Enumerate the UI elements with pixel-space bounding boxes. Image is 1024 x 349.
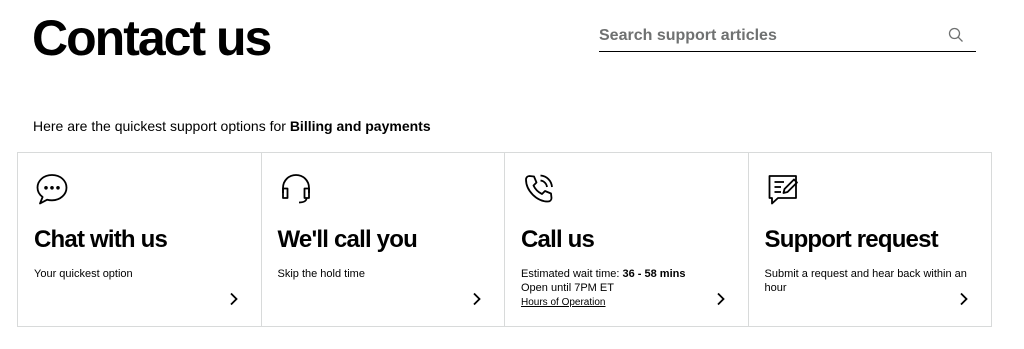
wait-time-label: Estimated wait time: (521, 268, 620, 280)
well-call-you-card[interactable]: We'll call you Skip the hold time (262, 153, 505, 326)
chat-bubble-icon (36, 174, 68, 205)
card-title: We'll call you (277, 226, 418, 253)
headset-icon (281, 174, 310, 204)
intro-topic: Billing and payments (289, 118, 431, 134)
phone-ringing-icon (525, 174, 553, 203)
support-options-intro: Here are the quickest support options fo… (33, 117, 431, 135)
card-title: Support request (764, 226, 939, 253)
chevron-right-icon[interactable] (959, 292, 969, 306)
hours-of-operation-link[interactable]: Hours of Operation (521, 297, 606, 308)
card-description: Your quickest option (34, 268, 133, 280)
search-icon[interactable] (948, 27, 964, 43)
chevron-right-icon[interactable] (472, 292, 482, 306)
document-edit-icon (768, 175, 798, 205)
support-options: Chat with us Your quickest option We'll … (17, 152, 992, 327)
page-title: Contact us (32, 10, 272, 66)
card-description: Skip the hold time (277, 268, 365, 280)
intro-text: Here are the quickest support options fo… (33, 118, 286, 134)
card-title: Chat with us (34, 226, 168, 253)
search-bar[interactable] (599, 22, 976, 52)
chat-with-us-card[interactable]: Chat with us Your quickest option (18, 153, 262, 326)
hours-text: Open until 7PM ET (521, 282, 614, 294)
card-description: Estimated wait time: 36 - 58 mins Open u… (521, 267, 734, 310)
chevron-right-icon[interactable] (716, 292, 726, 306)
search-input[interactable] (599, 22, 939, 50)
support-request-card[interactable]: Support request Submit a request and hea… (749, 153, 992, 326)
card-description: Submit a request and hear back within an… (764, 268, 967, 294)
card-title: Call us (521, 226, 595, 253)
wait-time-value: 36 - 58 mins (622, 268, 686, 280)
call-us-card[interactable]: Call us Estimated wait time: 36 - 58 min… (505, 153, 749, 326)
chevron-right-icon[interactable] (229, 292, 239, 306)
